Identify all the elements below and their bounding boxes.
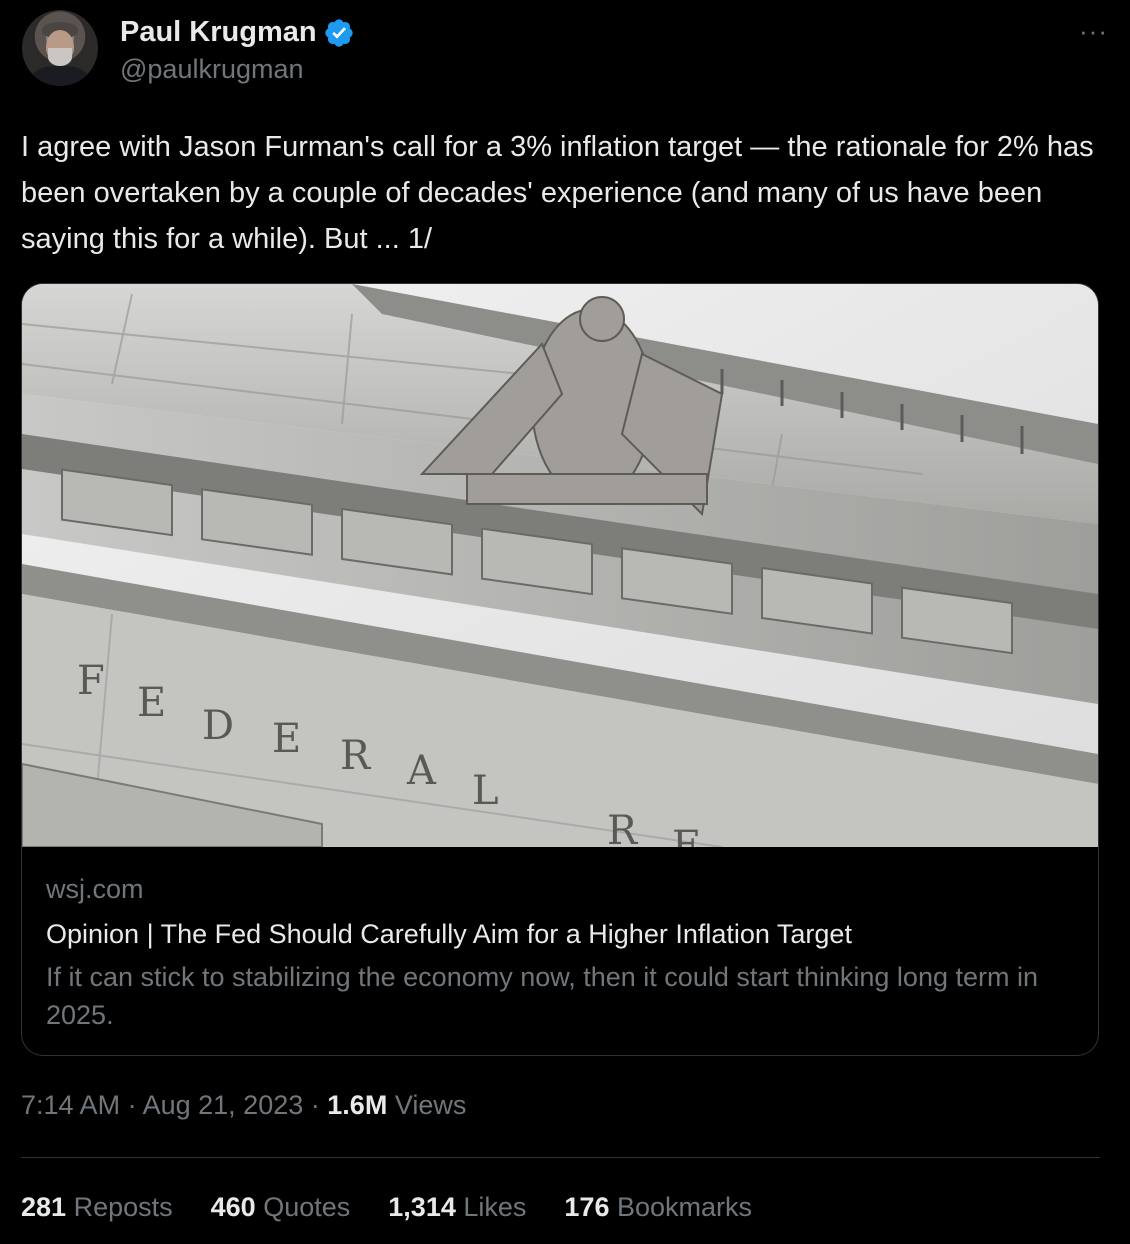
separator: · <box>310 1090 320 1120</box>
carved-letter: R <box>340 733 372 779</box>
link-card[interactable]: F E D E R A L R E wsj.com Opinion | The … <box>21 283 1099 1056</box>
stat-label: Quotes <box>263 1192 351 1222</box>
carved-letter: L <box>472 768 499 814</box>
stat-count: 281 <box>21 1192 67 1222</box>
author-handle[interactable]: @paulkrugman <box>120 54 304 85</box>
author-name-row[interactable]: Paul Krugman <box>120 16 355 49</box>
views-count: 1.6M <box>327 1090 388 1120</box>
bookmarks-stat[interactable]: 176 Bookmarks <box>564 1192 752 1223</box>
views-label: Views <box>394 1090 467 1120</box>
stat-label: Reposts <box>73 1192 173 1222</box>
carved-letter: E <box>137 680 166 726</box>
stat-count: 176 <box>564 1192 610 1222</box>
likes-stat[interactable]: 1,314 Likes <box>388 1192 526 1223</box>
tweet-time[interactable]: 7:14 AM <box>21 1090 120 1120</box>
divider <box>21 1157 1100 1158</box>
verified-badge-icon <box>324 18 353 47</box>
stat-label: Bookmarks <box>616 1192 753 1222</box>
avatar[interactable] <box>22 10 98 86</box>
stat-label: Likes <box>463 1192 527 1222</box>
tweet-header: Paul Krugman @paulkrugman ··· <box>22 10 1108 90</box>
carved-letter: E <box>672 823 701 847</box>
card-title[interactable]: Opinion | The Fed Should Carefully Aim f… <box>46 919 1076 950</box>
carved-letter: R <box>607 808 639 847</box>
reposts-stat[interactable]: 281 Reposts <box>21 1192 173 1223</box>
card-description: If it can stick to stabilizing the econo… <box>46 962 1038 1030</box>
stat-count: 1,314 <box>388 1192 456 1222</box>
carved-letter: D <box>202 703 234 749</box>
author-name[interactable]: Paul Krugman <box>120 16 317 49</box>
carved-letter: A <box>406 748 437 794</box>
card-domain: wsj.com <box>46 874 144 904</box>
tweet-text: I agree with Jason Furman's call for a 3… <box>21 131 1094 255</box>
tweet-date[interactable]: Aug 21, 2023 <box>143 1090 304 1120</box>
stat-count: 460 <box>210 1192 256 1222</box>
tweet-timestamp-row: 7:14 AM · Aug 21, 2023 · 1.6M Views <box>21 1090 466 1121</box>
card-image[interactable]: F E D E R A L R E <box>22 284 1098 847</box>
card-meta: wsj.com Opinion | The Fed Should Careful… <box>46 874 1076 1034</box>
engagement-stats: 281 Reposts 460 Quotes 1,314 Likes 176 B… <box>21 1192 752 1223</box>
carved-letter: F <box>77 658 105 704</box>
separator: · <box>127 1090 137 1120</box>
carved-letter: E <box>272 716 301 762</box>
quotes-stat[interactable]: 460 Quotes <box>211 1192 351 1223</box>
more-options-icon[interactable]: ··· <box>1079 16 1108 47</box>
